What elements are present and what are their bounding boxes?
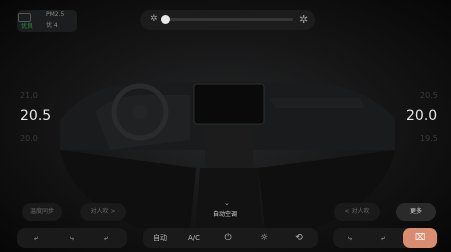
fan-speed-track[interactable] — [163, 18, 293, 21]
power-icon[interactable]: ⏻ — [218, 228, 238, 248]
auto-button[interactable]: 自动 — [148, 228, 172, 248]
temp-sync-button[interactable]: 温度同步 — [22, 203, 62, 221]
seat-face-icon[interactable]: ⤶ — [26, 228, 46, 248]
front-defrost-icon[interactable]: ☼ — [254, 228, 274, 248]
auto-ac-label[interactable]: 自动空调 — [213, 209, 237, 218]
right-temp-current: 20.0 — [406, 108, 438, 124]
right-seat-face-icon[interactable]: ⤷ — [340, 228, 360, 248]
right-temp-above[interactable]: 20.5 — [420, 91, 438, 100]
more-button[interactable]: 更多 — [396, 203, 436, 221]
right-seat-feet-icon[interactable]: ⤶ — [373, 228, 393, 248]
pm25-value: 优 4 — [46, 22, 58, 29]
ac-button[interactable]: A/C — [182, 228, 206, 248]
left-temp-current: 20.5 — [20, 108, 52, 124]
left-temp-below[interactable]: 20.0 — [20, 134, 38, 143]
air-quality-level: 优良 — [21, 23, 34, 30]
pm25-label: PM2.5 — [46, 11, 65, 18]
right-direct-airflow-button[interactable]: < 对人吹 — [334, 203, 380, 221]
recirculation-icon[interactable]: ⟲ — [289, 228, 309, 248]
seat-face-feet-icon[interactable]: ⤷ — [62, 228, 82, 248]
rear-defrost-icon: ⌧ — [414, 233, 426, 243]
fan-small-icon: ✲ — [150, 14, 158, 24]
climate-control-screen: PM2.5 优良 优 4 ✲ ✲ 21.0 20.5 20.0 20.5 20.… — [0, 0, 451, 252]
left-direct-airflow-button[interactable]: 对人吹 > — [80, 203, 126, 221]
chevron-down-icon[interactable]: ⌄ — [224, 199, 230, 207]
right-temp-below[interactable]: 19.5 — [420, 134, 438, 143]
seat-feet-icon[interactable]: ⤶ — [96, 228, 116, 248]
fan-large-icon: ✲ — [299, 13, 309, 26]
left-temp-above[interactable]: 21.0 — [20, 91, 38, 100]
